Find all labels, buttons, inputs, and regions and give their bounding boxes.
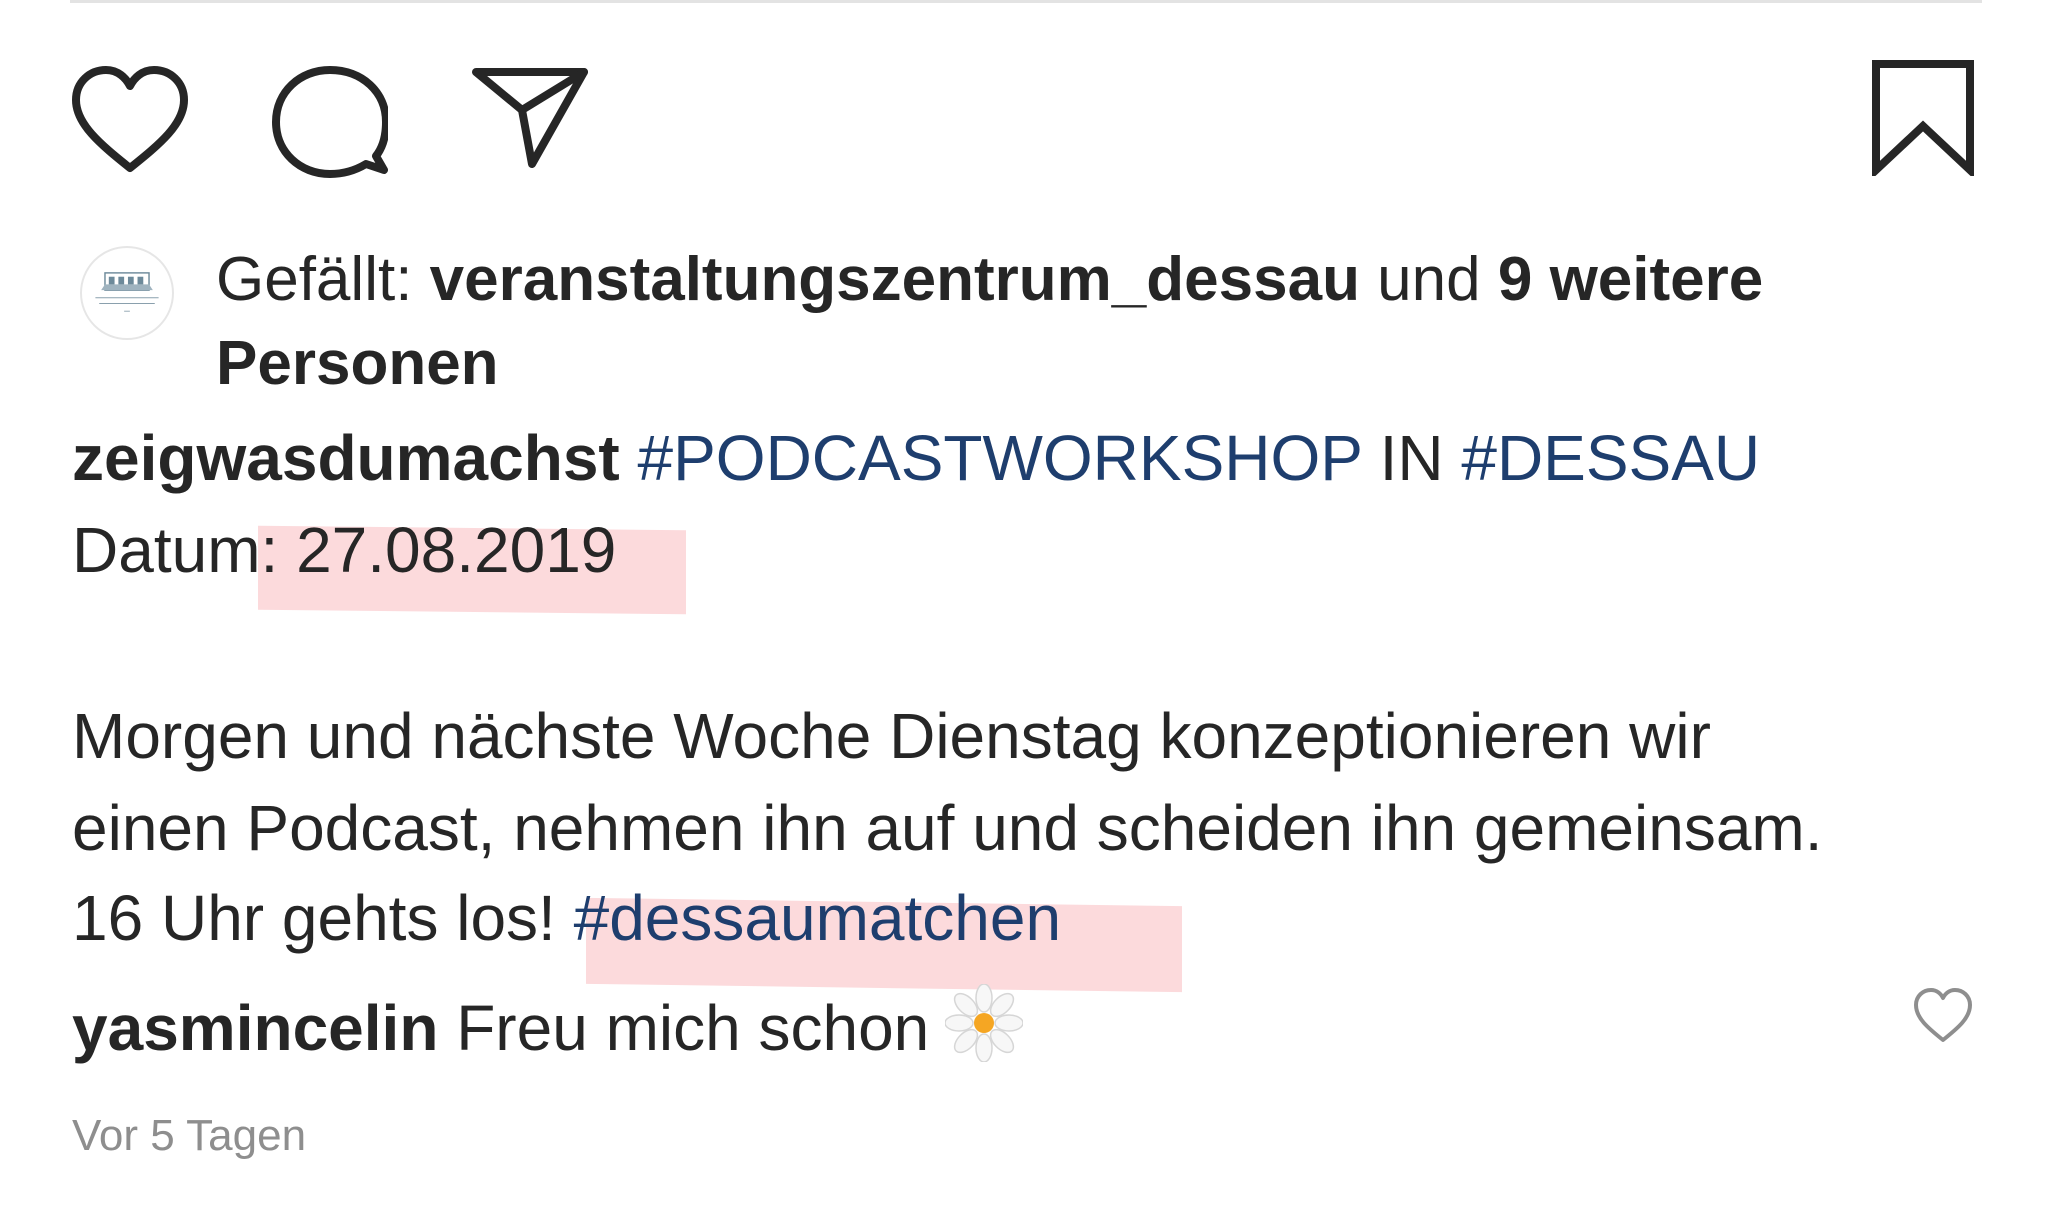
- liker-username[interactable]: veranstaltungszentrum_dessau: [430, 245, 1360, 314]
- comment-text: Freu mich schon: [438, 992, 930, 1064]
- hashtag-podcastworkshop[interactable]: #PODCASTWORKSHOP: [638, 422, 1362, 494]
- caption-body-line-3: 16 Uhr gehts los! #dessaumatchen: [72, 872, 1061, 964]
- comment-heart-icon[interactable]: [1912, 986, 1974, 1044]
- daisy-icon: [944, 983, 1024, 1063]
- hashtag-dessaumatchen[interactable]: #dessaumatchen: [574, 882, 1061, 954]
- hashtag-dessau[interactable]: #DESSAU: [1461, 422, 1760, 494]
- caption-in: IN: [1361, 422, 1462, 494]
- caption-username[interactable]: zeigwasdumachst: [72, 422, 620, 494]
- top-divider: [70, 0, 1982, 3]
- caption-header: zeigwasdumachst #PODCASTWORKSHOP IN #DES…: [72, 412, 1760, 504]
- venue-logo-icon: [95, 272, 159, 312]
- caption-start-time: 16 Uhr gehts los!: [72, 882, 574, 954]
- caption-date: Datum: 27.08.2019: [72, 514, 617, 586]
- likes-connector: und: [1359, 245, 1498, 314]
- bookmark-icon[interactable]: [1870, 58, 1976, 176]
- caption-body-line-2: einen Podcast, nehmen ihn auf und scheid…: [72, 792, 1823, 864]
- comment-row: yasmincelin Freu mich schon: [72, 982, 1024, 1074]
- likes-summary: Gefällt: veranstaltungszentrum_dessau un…: [216, 238, 1976, 406]
- caption-body-line-1: Morgen und nächste Woche Dienstag konzep…: [72, 700, 1711, 772]
- send-icon[interactable]: [470, 66, 590, 170]
- heart-icon[interactable]: [70, 64, 190, 176]
- comment-icon[interactable]: [272, 64, 388, 178]
- likes-prefix: Gefällt:: [216, 245, 430, 314]
- comment-username[interactable]: yasmincelin: [72, 992, 438, 1064]
- liker-avatar[interactable]: [80, 246, 174, 340]
- post-timestamp: Vor 5 Tagen: [72, 1111, 307, 1160]
